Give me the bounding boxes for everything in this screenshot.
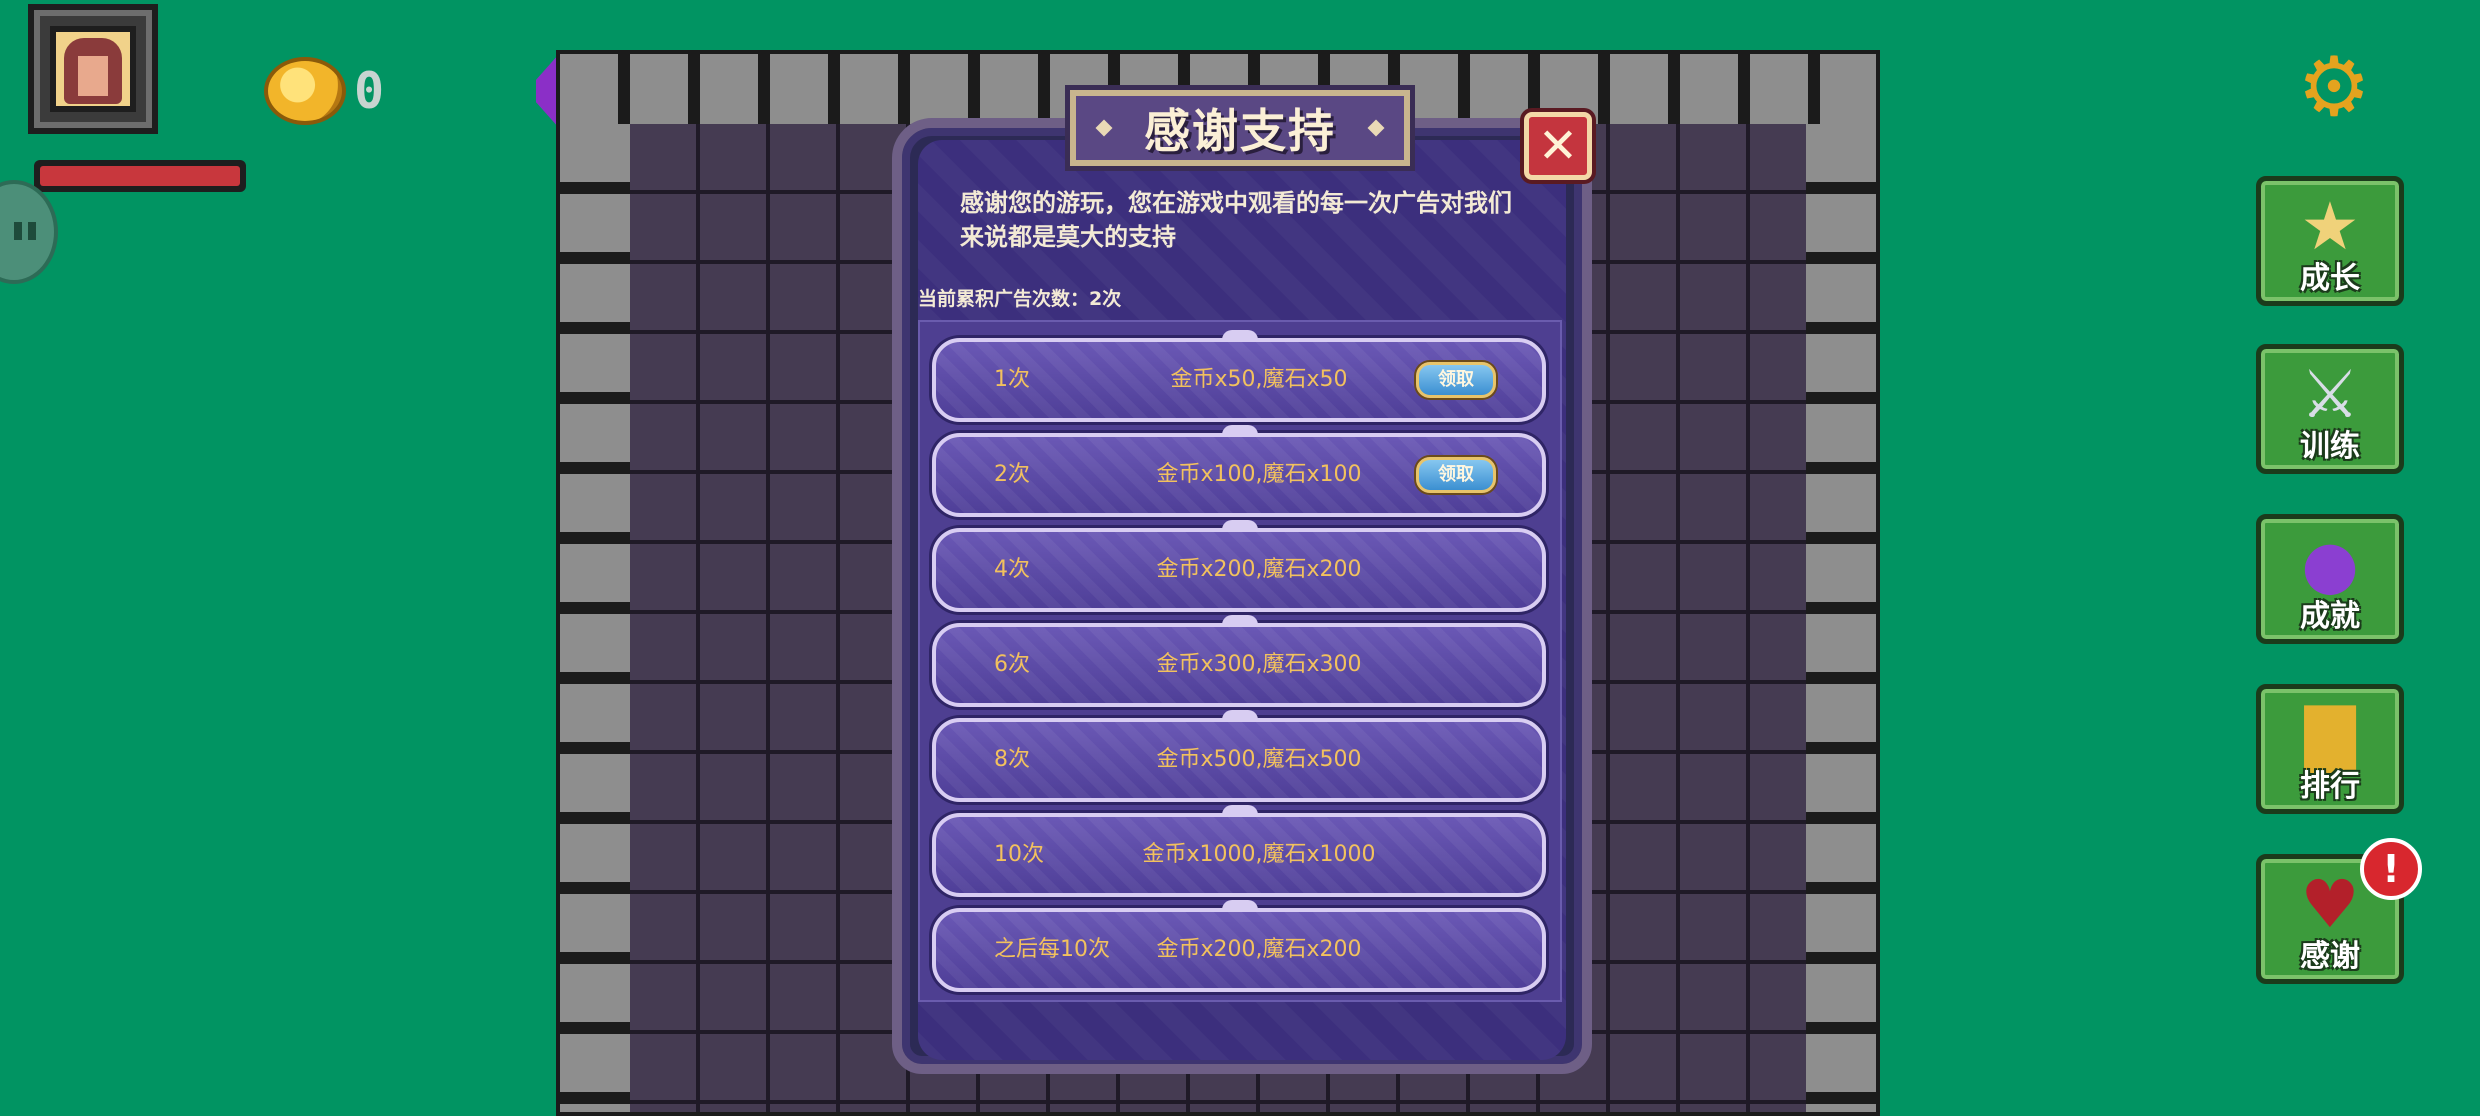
reward-threshold: 6次	[994, 652, 1030, 677]
menu-growth-button[interactable]: ★ 成长	[2256, 176, 2404, 306]
player-avatar[interactable]	[28, 4, 158, 134]
health-bar-fill	[40, 166, 240, 186]
reward-row: 2次 金币x100,魔石x100 领取	[932, 425, 1546, 517]
gold-counter: 0	[264, 56, 384, 126]
thanks-notification-badge: !	[2360, 838, 2422, 900]
claim-button[interactable]: 领取	[1416, 362, 1496, 398]
reward-row: 之后每10次 金币x200,魔石x200	[932, 900, 1546, 992]
menu-training-label: 训练	[2300, 429, 2360, 464]
side-chat-bubble-icon[interactable]	[0, 180, 58, 284]
dialog-title-plate: 感谢支持	[1070, 90, 1410, 166]
avatar-portrait	[50, 26, 136, 112]
menu-ranking-label: 排行	[2300, 769, 2360, 804]
menu-growth-label: 成长	[2300, 261, 2360, 296]
menu-training-button[interactable]: ⚔ 训练	[2256, 344, 2404, 474]
reward-description: 金币x200,魔石x200	[1156, 557, 1362, 582]
dialog-description: 感谢您的游玩，您在游戏中观看的每一次广告对我们来说都是莫大的支持	[960, 189, 1512, 251]
health-bar	[34, 160, 246, 192]
reward-description: 金币x200,魔石x200	[1156, 937, 1362, 962]
reward-row: 6次 金币x300,魔石x300	[932, 615, 1546, 707]
reward-description: 金币x100,魔石x100	[1156, 462, 1362, 487]
menu-ranking-button[interactable]: ▇ 排行	[2256, 684, 2404, 814]
avatar-face	[78, 56, 108, 96]
settings-button[interactable]: ⚙	[2294, 47, 2374, 129]
reward-description: 金币x50,魔石x50	[1170, 367, 1348, 392]
close-button[interactable]: ✕	[1524, 112, 1592, 180]
gold-coin-icon	[264, 57, 346, 125]
reward-description: 金币x1000,魔石x1000	[1142, 842, 1376, 867]
reward-threshold: 4次	[994, 557, 1030, 582]
reward-threshold: 10次	[994, 842, 1044, 867]
menu-achievement-label: 成就	[2300, 599, 2360, 634]
reward-threshold: 1次	[994, 367, 1030, 392]
ad-count-label: 当前累积广告次数：2次	[918, 288, 1122, 310]
reward-threshold: 8次	[994, 747, 1030, 772]
menu-thanks-label: 感谢	[2300, 939, 2360, 974]
reward-threshold: 2次	[994, 462, 1030, 487]
reward-row: 1次 金币x50,魔石x50 领取	[932, 330, 1546, 422]
dungeon-left-wall	[560, 124, 630, 1112]
dungeon-right-wall	[1806, 124, 1876, 1112]
dialog-title: 感谢支持	[1144, 104, 1336, 158]
reward-description: 金币x500,魔石x500	[1156, 747, 1362, 772]
gear-icon: ⚙	[2297, 40, 2371, 135]
reward-row: 8次 金币x500,魔石x500	[932, 710, 1546, 802]
reward-description: 金币x300,魔石x300	[1156, 652, 1362, 677]
close-icon: ✕	[1537, 118, 1579, 174]
gold-value: 0	[354, 62, 385, 120]
claim-button[interactable]: 领取	[1416, 457, 1496, 493]
menu-achievement-button[interactable]: ● 成就	[2256, 514, 2404, 644]
reward-row: 10次 金币x1000,魔石x1000	[932, 805, 1546, 897]
reward-row: 4次 金币x200,魔石x200	[932, 520, 1546, 612]
